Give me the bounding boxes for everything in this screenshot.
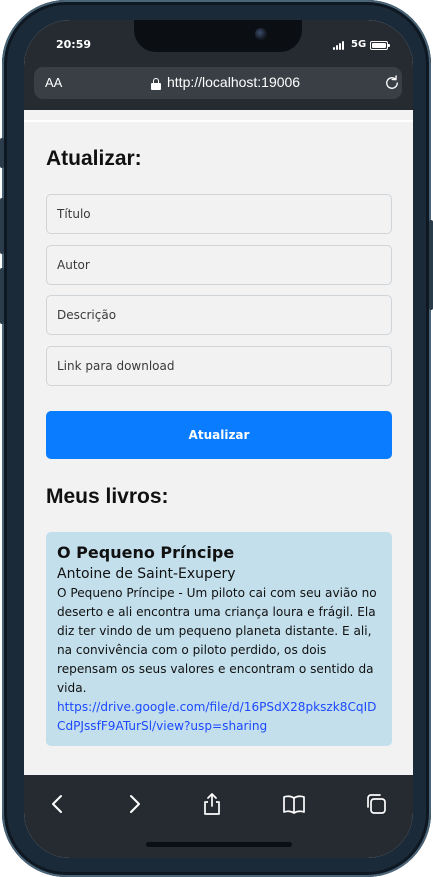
camera-icon (255, 28, 267, 40)
status-bar: 20:59 5G (24, 20, 413, 70)
my-books-heading: Meus livros: (46, 485, 169, 508)
browser-address-row: AA http://localhost:19006 (24, 66, 413, 110)
page-divider (24, 120, 413, 122)
reload-icon[interactable] (383, 74, 401, 92)
back-icon[interactable] (46, 792, 70, 816)
signal-icon (333, 41, 347, 50)
notch (134, 20, 302, 52)
lock-icon (151, 78, 161, 90)
url-text[interactable]: http://localhost:19006 (167, 74, 300, 90)
book-card: O Pequeno Príncipe Antoine de Saint-Exup… (46, 532, 392, 746)
description-input[interactable] (46, 295, 392, 335)
update-button[interactable]: Atualizar (46, 411, 392, 459)
battery-icon (370, 41, 390, 50)
network-type: 5G (351, 39, 367, 50)
tabs-icon[interactable] (364, 792, 388, 816)
title-input[interactable] (46, 194, 392, 234)
book-title: O Pequeno Príncipe (57, 543, 235, 562)
book-download-link[interactable]: https://drive.google.com/file/d/16PSdX28… (57, 698, 382, 736)
silent-switch (0, 138, 4, 168)
text-size-button[interactable]: AA (45, 75, 62, 90)
book-author: Antoine de Saint-Exupery (57, 566, 236, 582)
download-link-input[interactable] (46, 346, 392, 386)
share-icon[interactable] (200, 792, 224, 816)
screen: 20:59 5G AA http://localhost:19006 Atual… (24, 20, 413, 858)
status-time: 20:59 (56, 38, 92, 51)
browser-toolbar (24, 775, 413, 858)
power-button (429, 220, 433, 310)
book-description: O Pequeno Príncipe - Um piloto cai com s… (57, 586, 377, 695)
author-input[interactable] (46, 245, 392, 285)
phone-frame: 20:59 5G AA http://localhost:19006 Atual… (0, 0, 433, 877)
volume-up-button (0, 198, 4, 254)
update-heading: Atualizar: (46, 147, 142, 170)
address-bar[interactable]: AA http://localhost:19006 (34, 67, 402, 99)
volume-down-button (0, 268, 4, 324)
bookmarks-icon[interactable] (282, 792, 306, 816)
web-page: Atualizar: Atualizar Meus livros: O Pequ… (24, 110, 413, 775)
home-indicator[interactable] (146, 842, 292, 847)
forward-icon[interactable] (122, 792, 146, 816)
